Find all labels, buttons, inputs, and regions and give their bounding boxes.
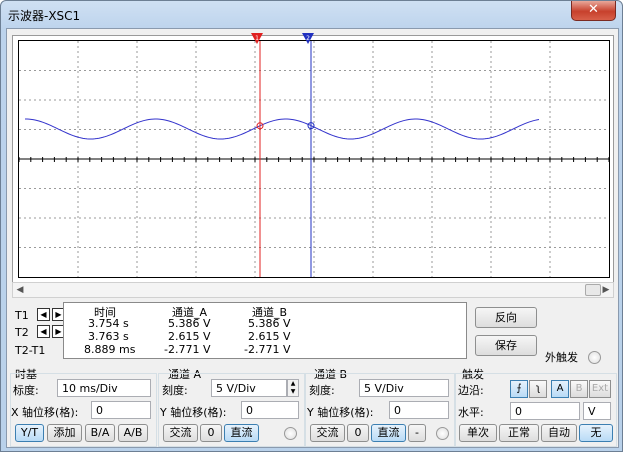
channel-a-terminal[interactable] [284, 427, 297, 440]
svg-text:1: 1 [255, 35, 259, 42]
title-bar[interactable]: 示波器-XSC1 ✕ [1, 1, 622, 27]
t1-time: 3.754 s [88, 317, 129, 330]
t1-channel-a: 5.386 V [168, 317, 211, 330]
trigger-source-ext-button[interactable]: Ext [589, 380, 611, 398]
oscilloscope-window: 示波器-XSC1 ✕ 1 2 ◀ ▶ T1 ◀ ▶ T2 ◀ ▶ T2-T1 时… [0, 0, 623, 452]
ext-trigger-label: 外触发 [545, 351, 578, 364]
t1-channel-b: 5.386 V [248, 317, 291, 330]
channel-a-scale-spinner[interactable]: ▲ ▼ [287, 379, 299, 397]
channel-b-ac-button[interactable]: 交流 [310, 424, 345, 442]
t1-left-arrow-icon[interactable]: ◀ [37, 308, 50, 321]
delta-channel-a: -2.771 V [164, 343, 211, 356]
channel-a-zero-button[interactable]: 0 [200, 424, 222, 442]
timebase-scale-label: 标度: [13, 384, 39, 397]
client-area: 1 2 ◀ ▶ T1 ◀ ▶ T2 ◀ ▶ T2-T1 时间 通道_A 通道_B… [6, 28, 619, 448]
t2-time: 3.763 s [88, 330, 129, 343]
falling-edge-icon[interactable]: ʅ [529, 380, 547, 398]
t2-channel-a: 2.615 V [168, 330, 211, 343]
trigger-level-unit[interactable]: V [583, 402, 611, 420]
channel-b-scale-field[interactable]: 5 V/Div [359, 379, 449, 397]
trigger-source-a-button[interactable]: A [551, 380, 569, 398]
channel-a-ypos-label: Y 轴位移(格): [160, 406, 227, 419]
channel-a-ac-button[interactable]: 交流 [163, 424, 198, 442]
svg-text:2: 2 [306, 35, 310, 42]
scope-frame [12, 35, 614, 284]
ba-mode-button[interactable]: B/A [85, 424, 115, 442]
spin-up-icon[interactable]: ▲ [288, 380, 298, 388]
channel-a-dc-button[interactable]: 直流 [224, 424, 259, 442]
trigger-single-button[interactable]: 单次 [459, 424, 497, 442]
delta-time: 8.889 ms [84, 343, 136, 356]
save-button[interactable]: 保存 [475, 335, 537, 356]
scroll-left-icon[interactable]: ◀ [13, 283, 27, 297]
cursor-1-handle[interactable]: 1 [251, 33, 263, 44]
channel-b-zero-button[interactable]: 0 [347, 424, 369, 442]
timebase-scale-field[interactable]: 10 ms/Div [57, 379, 151, 397]
add-mode-button[interactable]: 添加 [47, 424, 82, 442]
row-label-t1: T1 [15, 309, 29, 322]
horizontal-scrollbar[interactable]: ◀ ▶ [12, 282, 614, 298]
channel-b-ypos-field[interactable]: 0 [389, 401, 449, 419]
scroll-right-icon[interactable]: ▶ [599, 283, 613, 297]
ext-trigger-terminal[interactable] [588, 351, 601, 364]
rising-edge-icon[interactable]: ⨍ [510, 380, 528, 398]
channel-b-terminal[interactable] [436, 427, 449, 440]
timebase-xpos-label: X 轴位移(格): [11, 406, 79, 419]
trigger-level-label: 水平: [458, 406, 484, 419]
channel-b-scale-label: 刻度: [309, 384, 335, 397]
close-button[interactable]: ✕ [571, 1, 616, 21]
cursor-2-handle[interactable]: 2 [302, 33, 314, 44]
row-label-t2: T2 [15, 326, 29, 339]
timebase-xpos-field[interactable]: 0 [91, 401, 151, 419]
channel-b-dc-button[interactable]: 直流 [371, 424, 406, 442]
channel-a-scale-field[interactable]: 5 V/Div [211, 379, 287, 397]
trigger-none-button[interactable]: 无 [579, 424, 613, 442]
trigger-edge-label: 边沿: [458, 384, 484, 397]
t2-channel-b: 2.615 V [248, 330, 291, 343]
scope-screen [18, 41, 610, 277]
channel-a-ypos-field[interactable]: 0 [241, 401, 299, 419]
row-label-t2-t1: T2-T1 [15, 344, 46, 357]
trigger-auto-button[interactable]: 自动 [541, 424, 577, 442]
trigger-source-b-button[interactable]: B [570, 380, 588, 398]
ab-mode-button[interactable]: A/B [118, 424, 148, 442]
channel-b-minus-button[interactable]: - [408, 424, 426, 442]
window-title: 示波器-XSC1 [8, 9, 81, 23]
scope-display[interactable] [18, 40, 610, 278]
reverse-button[interactable]: 反向 [475, 307, 537, 328]
channel-a-trace [24, 118, 540, 140]
yt-mode-button[interactable]: Y/T [15, 424, 44, 442]
trigger-level-field[interactable]: 0 [510, 402, 580, 420]
channel-b-ypos-label: Y 轴位移(格): [307, 406, 374, 419]
trigger-normal-button[interactable]: 正常 [499, 424, 539, 442]
channel-a-scale-label: 刻度: [162, 384, 188, 397]
delta-channel-b: -2.771 V [244, 343, 291, 356]
cursor-handles: 1 2 [251, 33, 314, 44]
spin-down-icon[interactable]: ▼ [288, 388, 298, 396]
t2-left-arrow-icon[interactable]: ◀ [37, 325, 50, 338]
cursor-readout-table: 时间 通道_A 通道_B 3.754 s 5.386 V 5.386 V 3.7… [63, 302, 467, 359]
